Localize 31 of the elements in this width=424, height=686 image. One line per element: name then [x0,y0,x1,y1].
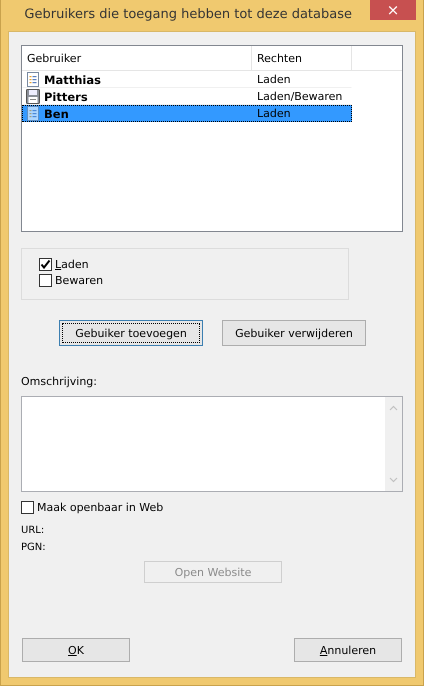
checkbox[interactable] [39,274,52,287]
document-icon [26,72,40,87]
dialog-button[interactable]: OK [22,638,130,662]
rights-cell-text: Laden [256,73,291,86]
url-label: URL: [21,525,46,536]
checkbox[interactable] [39,258,52,271]
scroll-down-icon[interactable] [389,477,398,483]
user-name: Pitters [44,90,88,104]
window-title: Gebruikers die toegang hebben tot deze database [24,7,352,22]
checkbox-label[interactable]: Laden [55,258,89,271]
user-name: Ben [44,106,69,120]
checkbox[interactable] [21,501,34,514]
list-row[interactable]: Matthias Laden [22,71,352,88]
column-header[interactable]: Gebruiker [22,46,252,70]
list-row[interactable]: Ben Laden [22,105,352,122]
column-header[interactable]: Rechten [252,46,352,70]
scrollbar[interactable] [385,397,402,491]
user-name: Matthias [44,72,101,86]
user-action-button[interactable]: Gebuiker toevoegen [59,320,203,346]
checkbox-label[interactable]: Bewaren [55,274,104,287]
description-field[interactable] [21,396,403,492]
dialog-button[interactable]: Annuleren [294,638,402,662]
scroll-up-icon[interactable] [389,405,398,411]
document-icon [26,106,40,121]
description-label: Omschrijving: [21,375,98,388]
user-action-button[interactable]: Gebuiker verwijderen [222,320,366,346]
rights-cell-text: Laden [256,107,291,120]
pgn-label: PGN: [21,542,47,553]
checkbox-label[interactable]: Maak openbaar in Web [37,501,164,514]
rights-cell-text: Laden/Bewaren [256,90,342,103]
close-button[interactable]: × [370,0,416,20]
